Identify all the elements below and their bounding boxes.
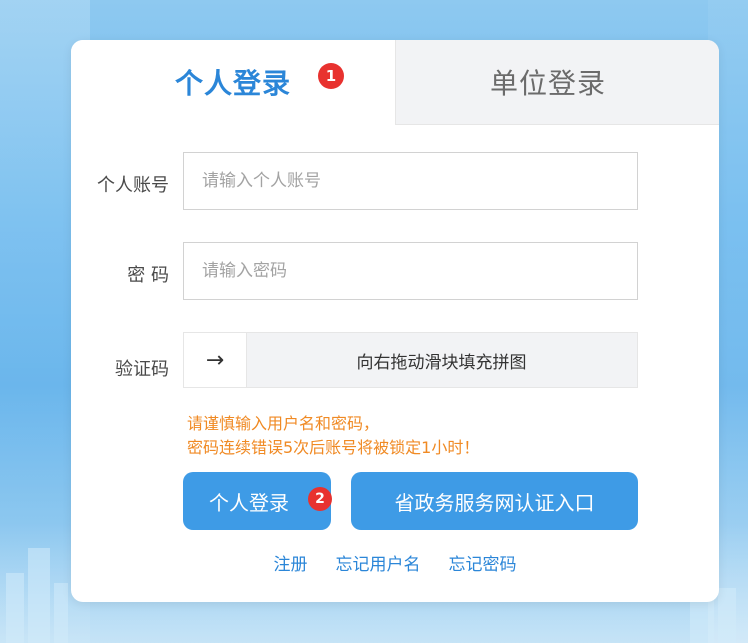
password-label: 密 码: [127, 265, 169, 286]
captcha-label: 验证码: [115, 359, 169, 380]
warning-line-1: 请谨慎输入用户名和密码，: [187, 414, 380, 433]
slider-hint: 向右拖动滑块填充拼图: [356, 352, 527, 373]
account-field-wrap: [183, 152, 638, 210]
forgot-password-link[interactable]: 忘记密码: [449, 550, 517, 576]
tab-unit-label: 单位登录: [489, 67, 606, 100]
arrow-right-icon: →: [205, 347, 225, 373]
footer-links: 注册 忘记用户名 忘记密码: [71, 550, 719, 576]
step-badge-2: 2: [308, 487, 332, 511]
password-field-wrap: [183, 242, 638, 300]
background-building: [54, 583, 68, 643]
tab-unit-login[interactable]: 单位登录: [395, 40, 719, 125]
personal-login-button-label: 个人登录: [209, 490, 289, 515]
step-badge-1: 1: [318, 63, 344, 89]
password-input[interactable]: [200, 260, 621, 282]
tab-personal-login[interactable]: 个人登录: [71, 40, 395, 124]
forgot-username-link[interactable]: 忘记用户名: [336, 550, 421, 576]
captcha-slider: → 向右拖动滑块填充拼图: [183, 332, 638, 388]
login-tabs: 个人登录 1 单位登录: [71, 40, 719, 125]
background-building: [6, 573, 24, 643]
gov-portal-button-label: 省政务服务网认证入口: [394, 490, 595, 515]
tab-personal-label: 个人登录: [174, 67, 291, 100]
slider-handle[interactable]: →: [184, 333, 247, 387]
register-link[interactable]: 注册: [274, 550, 308, 576]
account-label: 个人账号: [97, 175, 169, 196]
background-building: [718, 588, 736, 643]
login-warning: 请谨慎输入用户名和密码， 密码连续错误5次后账号将被锁定1小时！: [187, 412, 479, 460]
warning-line-2: 密码连续错误5次后账号将被锁定1小时！: [187, 438, 480, 457]
account-input[interactable]: [200, 170, 621, 192]
login-panel: 个人登录 1 单位登录 个人账号 密 码 验证码 → 向右拖动滑块填充拼图 请谨…: [71, 40, 719, 602]
gov-portal-button[interactable]: 省政务服务网认证入口: [351, 472, 638, 530]
background-building: [28, 548, 50, 643]
